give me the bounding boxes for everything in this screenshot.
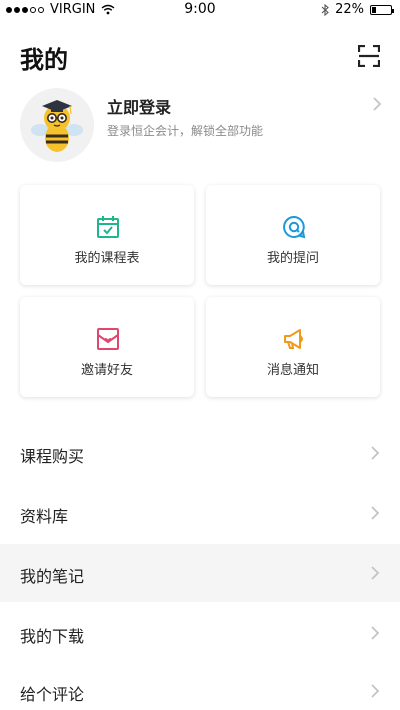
login-subtitle: 登录恒企会计，解锁全部功能	[107, 124, 264, 138]
megaphone-icon	[284, 329, 303, 349]
chevron-right-icon	[371, 506, 380, 520]
card-notifications[interactable]: 消息通知	[206, 297, 380, 397]
login-entry[interactable]: 立即登录 登录恒企会计，解锁全部功能	[0, 86, 400, 162]
login-title: 立即登录	[107, 98, 172, 117]
chevron-right-icon	[373, 97, 382, 111]
card-label: 我的课程表	[74, 251, 140, 266]
chevron-right-icon	[371, 684, 380, 698]
scan-icon[interactable]	[358, 45, 380, 67]
battery-percent: 22%	[335, 2, 364, 17]
card-label: 消息通知	[266, 363, 319, 378]
status-right: 22%	[321, 2, 394, 17]
battery-level	[372, 6, 376, 13]
question-bubble-icon	[283, 215, 306, 239]
menu-item-my-downloads[interactable]: 我的下载	[0, 604, 400, 662]
menu-item-resource-library[interactable]: 资料库	[0, 484, 400, 542]
bluetooth-icon	[321, 3, 329, 16]
my-page-screen: VIRGIN 9:00 22% 我的 立即登录 登录恒企会计，解锁全部功能 我的…	[0, 0, 400, 710]
status-bar: VIRGIN 9:00 22%	[0, 0, 400, 20]
card-label: 邀请好友	[80, 363, 133, 378]
invite-card-icon	[97, 328, 119, 350]
chevron-right-icon	[371, 566, 380, 580]
card-invite-friends[interactable]: 邀请好友	[20, 297, 194, 397]
menu-item-my-notes[interactable]: 我的笔记	[0, 544, 400, 602]
battery-icon	[370, 4, 394, 15]
menu-item-label: 课程购买	[20, 447, 85, 466]
menu-item-give-review[interactable]: 给个评论	[0, 662, 400, 710]
menu-item-label: 我的笔记	[20, 567, 85, 586]
card-my-questions[interactable]: 我的提问	[206, 185, 380, 285]
menu-item-label: 我的下载	[20, 627, 85, 646]
chevron-right-icon	[371, 446, 380, 460]
chevron-right-icon	[371, 626, 380, 640]
bee-mascot-avatar	[20, 88, 94, 162]
calendar-check-icon	[97, 216, 119, 238]
menu-item-course-purchase[interactable]: 课程购买	[0, 424, 400, 482]
card-label: 我的提问	[266, 251, 319, 266]
menu-item-label: 给个评论	[20, 685, 85, 704]
page-title: 我的	[20, 46, 68, 74]
card-course-schedule[interactable]: 我的课程表	[20, 185, 194, 285]
menu-item-label: 资料库	[20, 507, 69, 526]
